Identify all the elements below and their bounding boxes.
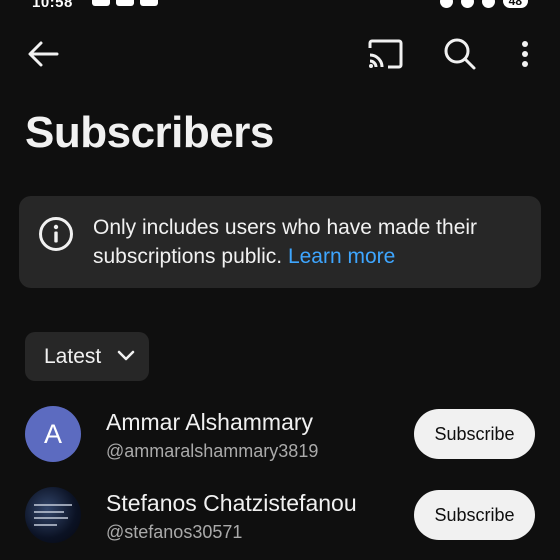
chevron-down-icon [117,350,135,361]
back-arrow-icon [28,41,59,67]
subscriber-handle: @ammaralshammary3819 [106,441,319,461]
avatar[interactable]: A [25,406,81,462]
info-card: Only includes users who have made their … [19,196,541,288]
info-text: Only includes users who have made their … [93,213,523,271]
subscriber-name[interactable]: Stefanos Chatzistefanou [106,490,357,517]
avatar-image [34,504,72,526]
nfc-icon [460,0,474,8]
search-button[interactable] [438,32,482,76]
status-time: 10:58 [32,0,73,11]
subscriber-handle: @stefanos30571 [106,522,243,542]
cast-button[interactable] [363,32,407,76]
subscriber-row[interactable]: Stefanos Chatzistefanou @stefanos30571 S… [0,477,560,555]
more-vert-icon [522,41,528,67]
battery-icon: 48 [502,0,528,8]
top-app-bar [0,30,560,80]
info-icon [39,217,73,251]
wifi-icon [481,0,495,8]
cast-icon [368,39,403,69]
search-icon [444,38,476,70]
page-title: Subscribers [25,108,274,157]
status-bar: 10:58 48 [0,0,560,14]
alarm-icon [439,0,453,8]
back-button[interactable] [21,32,65,76]
avatar-initial: A [43,418,62,449]
notification-icon [92,0,110,6]
more-options-button[interactable] [503,32,547,76]
message-icon [116,0,134,6]
subscriber-name[interactable]: Ammar Alshammary [106,409,313,436]
subscribe-button[interactable]: Subscribe [414,409,535,459]
avatar[interactable] [25,487,81,543]
mail-icon [140,0,158,6]
info-message: Only includes users who have made their … [93,216,478,268]
subscriber-row[interactable]: A Ammar Alshammary @ammaralshammary3819 … [0,396,560,474]
system-icons: 48 [439,0,528,8]
sort-dropdown[interactable]: Latest [25,332,149,381]
sort-label: Latest [44,344,102,368]
notification-icons [92,0,158,6]
subscribe-button[interactable]: Subscribe [414,490,535,540]
learn-more-link[interactable]: Learn more [288,245,395,268]
